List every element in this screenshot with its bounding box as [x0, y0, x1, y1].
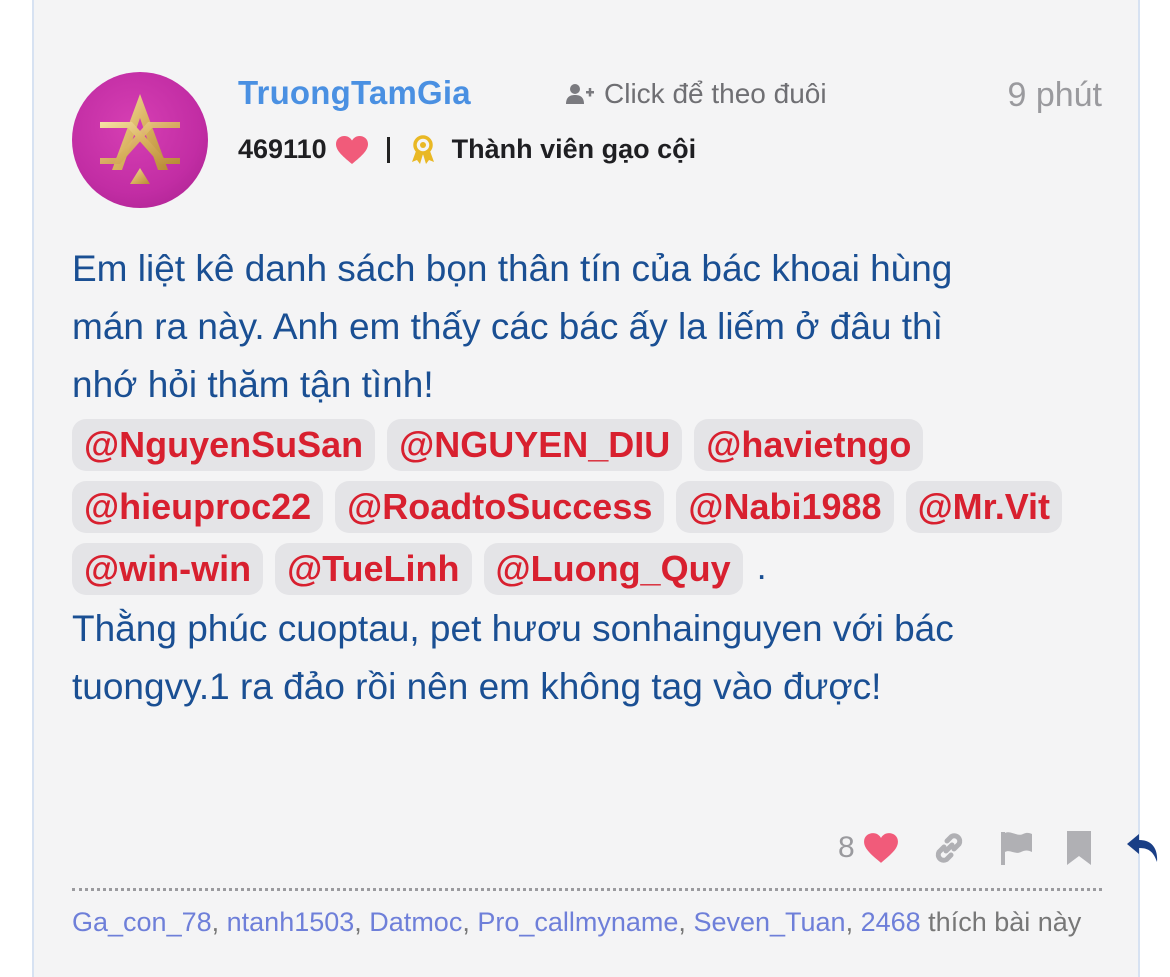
follow-label: Click để theo đuôi: [604, 78, 827, 109]
mention-link[interactable]: @NguyenSuSan: [72, 419, 376, 471]
liker-link[interactable]: Pro_callmyname: [477, 907, 678, 937]
liker-link[interactable]: Seven_Tuan: [693, 907, 845, 937]
likers-more-link[interactable]: 2468: [861, 907, 921, 937]
mention-link[interactable]: @NGUYEN_DIU: [387, 419, 683, 471]
mention-link[interactable]: @Mr.Vit: [905, 481, 1063, 533]
reply-button[interactable]: [1125, 832, 1161, 864]
likers-suffix: thích: [928, 907, 987, 937]
follow-button[interactable]: Click để theo đuôi: [566, 78, 827, 110]
avatar[interactable]: [72, 72, 208, 208]
award-ribbon-icon: [411, 134, 434, 164]
username-link[interactable]: TruongTamGia: [238, 74, 471, 112]
mention-link[interactable]: @win-win: [72, 543, 264, 595]
mention-end: .: [756, 546, 767, 587]
mention-link[interactable]: @Nabi1988: [676, 481, 894, 533]
mention-link[interactable]: @Luong_Quy: [483, 543, 743, 595]
user-meta: 469110 Thành viên gạo cội: [238, 134, 696, 165]
avatar-logo-icon: [100, 94, 180, 184]
bookmark-icon: [1066, 831, 1091, 865]
post-time[interactable]: 9 phút: [1007, 76, 1102, 115]
heart-icon: [863, 833, 898, 863]
mention-list: @NguyenSuSan @NGUYEN_DIU @havietngo @hie…: [72, 414, 1102, 600]
reply-icon: [1126, 834, 1157, 862]
permalink-button[interactable]: [931, 830, 967, 866]
flag-icon: [1000, 832, 1032, 865]
liker-link[interactable]: Datmoc: [369, 907, 462, 937]
reputation-count: 469110: [238, 134, 327, 164]
liker-link[interactable]: Ga_con_78: [72, 907, 212, 937]
body-line: nhớ hỏi thăm tận tình!: [72, 364, 434, 405]
mention-link[interactable]: @RoadtoSuccess: [335, 481, 665, 533]
likers-suffix: bài này: [994, 907, 1082, 937]
liker-link[interactable]: ntanh1503: [227, 907, 355, 937]
mention-link[interactable]: @havietngo: [694, 419, 924, 471]
body-line: tuongvy.1 ra đảo rồi nên em không tag và…: [72, 666, 882, 707]
post-body: Em liệt kê danh sách bọn thân tín của bá…: [72, 240, 1102, 716]
report-button[interactable]: [999, 830, 1033, 866]
likers-list: Ga_con_78, ntanh1503, Datmoc, Pro_callmy…: [72, 907, 1082, 937]
mention-link[interactable]: @TueLinh: [275, 543, 472, 595]
like-count: 8: [838, 831, 855, 864]
mention-link[interactable]: @hieuproc22: [72, 481, 324, 533]
member-rank: Thành viên gạo cội: [451, 134, 697, 164]
bookmark-button[interactable]: [1065, 830, 1093, 866]
add-user-icon: [566, 84, 594, 104]
body-line: mán ra này. Anh em thấy các bác ấy la li…: [72, 306, 943, 347]
body-line: Thằng phúc cuoptau, pet hươu sonhainguye…: [72, 608, 954, 649]
post-actions: 8: [838, 830, 1161, 866]
link-icon: [935, 833, 962, 863]
heart-icon: [335, 135, 368, 164]
like-button[interactable]: [863, 832, 899, 864]
body-line: Em liệt kê danh sách bọn thân tín của bá…: [72, 248, 953, 289]
meta-divider: [386, 136, 390, 163]
likers-divider: [72, 888, 1102, 891]
